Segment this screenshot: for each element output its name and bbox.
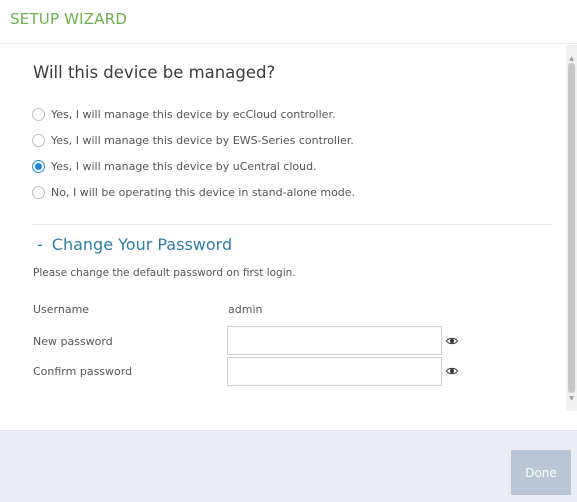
section-title-text: Change Your Password xyxy=(51,235,233,254)
confirm-password-input[interactable] xyxy=(227,357,442,386)
option-label: Yes, I will manage this device by uCentr… xyxy=(51,159,317,173)
done-button[interactable]: Done xyxy=(511,450,571,495)
option-standalone[interactable]: No, I will be operating this device in s… xyxy=(32,183,355,201)
setup-wizard-dialog: SETUP WIZARD Will this device be managed… xyxy=(0,0,577,502)
radio-button[interactable] xyxy=(32,107,45,121)
new-password-label: New password xyxy=(33,335,113,348)
arrow-up-icon[interactable]: ▲ xyxy=(568,53,575,63)
section-divider xyxy=(32,224,552,225)
radio-button[interactable] xyxy=(32,133,45,147)
dialog-footer: Done xyxy=(0,430,577,502)
option-label: No, I will be operating this device in s… xyxy=(51,185,356,199)
eye-icon[interactable] xyxy=(446,335,458,347)
confirm-password-label: Confirm password xyxy=(33,365,133,378)
scrollbar-thumb[interactable] xyxy=(568,63,575,393)
option-ecCloud[interactable]: Yes, I will manage this device by ecClou… xyxy=(32,105,335,123)
new-password-input[interactable] xyxy=(227,326,442,355)
option-ucentral[interactable]: Yes, I will manage this device by uCentr… xyxy=(32,157,317,175)
arrow-down-icon[interactable]: ▼ xyxy=(568,393,575,403)
eye-icon[interactable] xyxy=(446,365,458,377)
dialog-title: SETUP WIZARD xyxy=(10,10,128,28)
option-ews-series[interactable]: Yes, I will manage this device by EWS-Se… xyxy=(32,131,354,149)
option-label: Yes, I will manage this device by ecClou… xyxy=(51,107,336,121)
option-label: Yes, I will manage this device by EWS-Se… xyxy=(51,133,354,147)
username-label: Username xyxy=(33,303,90,316)
radio-button-selected[interactable] xyxy=(32,159,45,173)
management-question: Will this device be managed? xyxy=(33,63,276,82)
wizard-content: Will this device be managed? Yes, I will… xyxy=(0,45,566,411)
password-note: Please change the default password on fi… xyxy=(33,267,296,279)
dialog-header: SETUP WIZARD xyxy=(0,0,577,44)
change-password-heading[interactable]: - Change Your Password xyxy=(37,235,232,254)
username-value: admin xyxy=(228,303,263,316)
collapse-dash: - xyxy=(37,235,43,254)
vertical-scrollbar[interactable]: ▲ ▼ xyxy=(566,45,577,411)
radio-button[interactable] xyxy=(32,185,45,199)
